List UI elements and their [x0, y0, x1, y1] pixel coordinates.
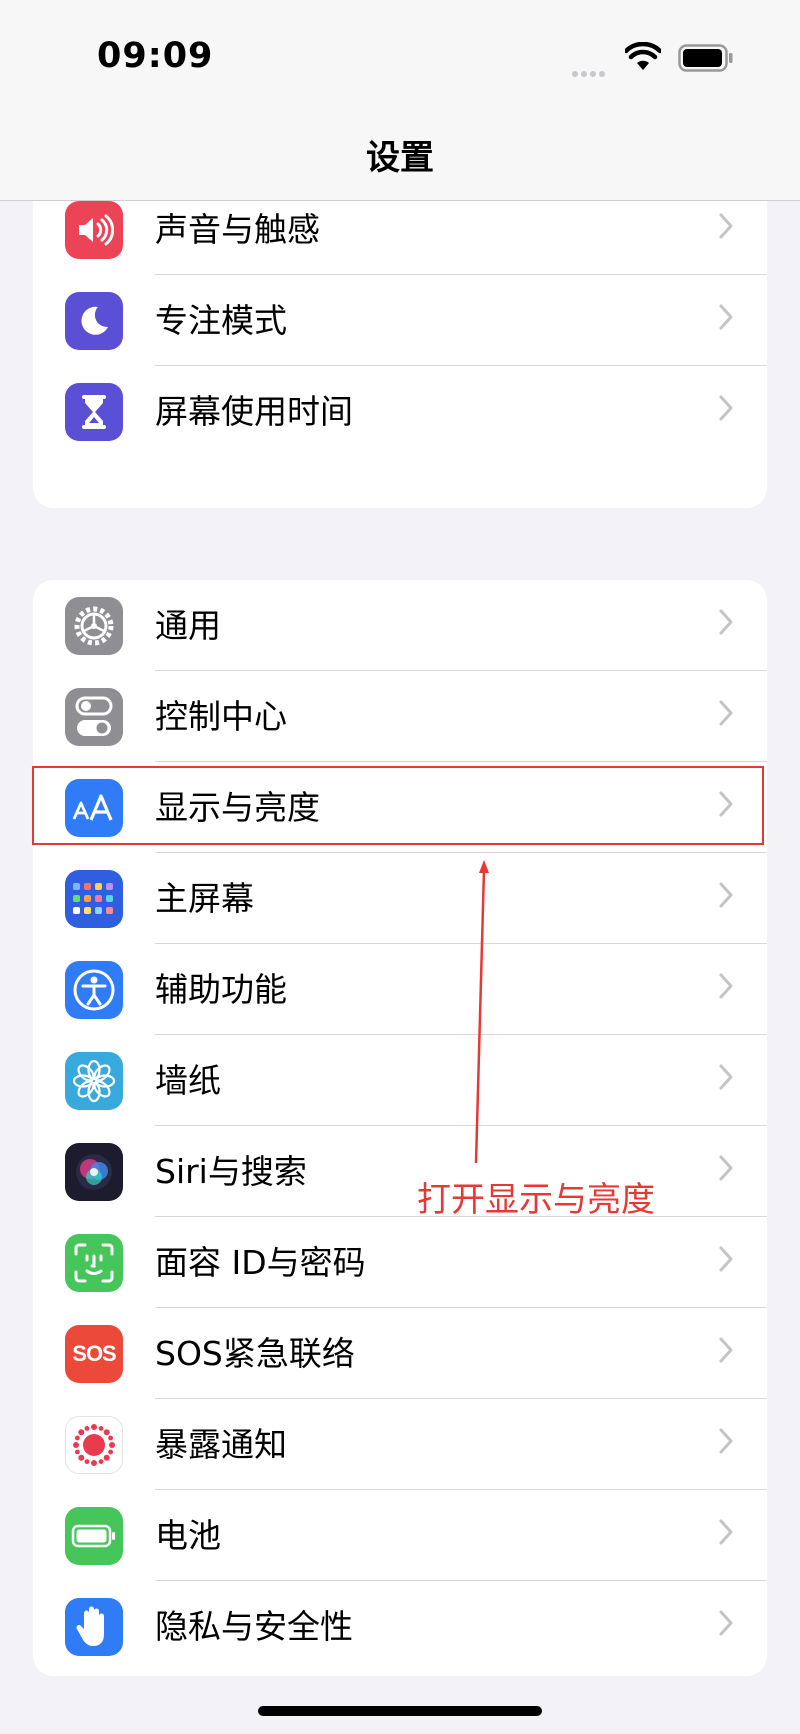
settings-row-screen-time[interactable]: 屏幕使用时间: [33, 366, 767, 457]
settings-group-2: 通用 控制中心 显示与亮度 主屏幕 辅助功能 墙纸 Siri与搜索 面容 ID与…: [33, 580, 767, 1676]
settings-row-battery[interactable]: 电池: [33, 1490, 767, 1581]
annotation-text: 打开显示与亮度: [417, 1180, 655, 1220]
moon-icon: [65, 292, 123, 350]
settings-row-emergency-sos[interactable]: SOS SOS紧急联络: [33, 1308, 767, 1399]
settings-row-label: 暴露通知: [155, 1425, 287, 1464]
settings-row-accessibility[interactable]: 辅助功能: [33, 944, 767, 1035]
chevron-right-icon: [719, 1428, 733, 1454]
settings-row-face-id-passcode[interactable]: 面容 ID与密码: [33, 1217, 767, 1308]
chevron-right-icon: [719, 1246, 733, 1272]
accessibility-icon: [65, 961, 123, 1019]
settings-row-label: 主屏幕: [155, 879, 254, 918]
chevron-right-icon: [719, 609, 733, 635]
settings-row-home-screen[interactable]: 主屏幕: [33, 853, 767, 944]
settings-row-privacy-security[interactable]: 隐私与安全性: [33, 1581, 767, 1672]
chevron-right-icon: [719, 1610, 733, 1636]
chevron-right-icon: [719, 304, 733, 330]
face-id-icon: [65, 1234, 123, 1292]
settings-row-siri-search[interactable]: Siri与搜索: [33, 1126, 767, 1217]
home-indicator[interactable]: [258, 1706, 542, 1716]
sos-icon-text: SOS: [72, 1341, 116, 1366]
settings-row-general[interactable]: 通用: [33, 580, 767, 671]
status-time: 09:09: [97, 36, 214, 76]
settings-row-label: 通用: [155, 606, 221, 645]
chevron-right-icon: [719, 1155, 733, 1181]
settings-row-focus[interactable]: 专注模式: [33, 275, 767, 366]
text-size-icon: [65, 779, 123, 837]
chevron-right-icon: [719, 1337, 733, 1363]
status-bar: 09:09 设置: [0, 0, 800, 201]
cellular-signal-icon: [572, 62, 616, 77]
settings-row-control-center[interactable]: 控制中心: [33, 671, 767, 762]
chevron-right-icon: [719, 395, 733, 421]
siri-icon: [65, 1143, 123, 1201]
chevron-right-icon: [719, 1519, 733, 1545]
chevron-right-icon: [719, 700, 733, 726]
settings-row-label: 屏幕使用时间: [155, 392, 353, 431]
wifi-icon: [625, 42, 661, 70]
battery-icon: [65, 1507, 123, 1565]
hourglass-icon: [65, 383, 123, 441]
home-grid-icon: [65, 870, 123, 928]
chevron-right-icon: [719, 791, 733, 817]
settings-row-label: 声音与触感: [155, 210, 320, 249]
settings-row-label: 面容 ID与密码: [155, 1243, 366, 1282]
settings-row-label: Siri与搜索: [155, 1152, 307, 1191]
exposure-icon: [65, 1416, 123, 1474]
settings-row-label: 专注模式: [155, 301, 287, 340]
settings-row-label: 显示与亮度: [155, 788, 320, 827]
chevron-right-icon: [719, 1064, 733, 1090]
settings-row-label: 电池: [155, 1516, 221, 1555]
settings-row-wallpaper[interactable]: 墙纸: [33, 1035, 767, 1126]
battery-status-icon: [678, 44, 733, 72]
chevron-right-icon: [719, 213, 733, 239]
settings-row-label: 控制中心: [155, 697, 287, 736]
chevron-right-icon: [719, 882, 733, 908]
settings-row-label: 隐私与安全性: [155, 1607, 353, 1646]
speaker-icon: [65, 201, 123, 259]
flower-icon: [65, 1052, 123, 1110]
toggle-icon: [65, 688, 123, 746]
settings-row-display-brightness[interactable]: 显示与亮度: [33, 762, 767, 853]
settings-row-exposure-notifications[interactable]: 暴露通知: [33, 1399, 767, 1490]
settings-row-label: 辅助功能: [155, 970, 287, 1009]
settings-row-label: SOS紧急联络: [155, 1334, 355, 1373]
settings-row-label: 墙纸: [155, 1061, 221, 1100]
settings-group-1: 通知 声音与触感 专注模式 屏幕使用时间: [33, 150, 767, 508]
hand-icon: [65, 1598, 123, 1656]
chevron-right-icon: [719, 973, 733, 999]
gear-icon: [65, 597, 123, 655]
sos-icon: SOS: [65, 1325, 123, 1383]
page-title: 设置: [366, 138, 434, 178]
